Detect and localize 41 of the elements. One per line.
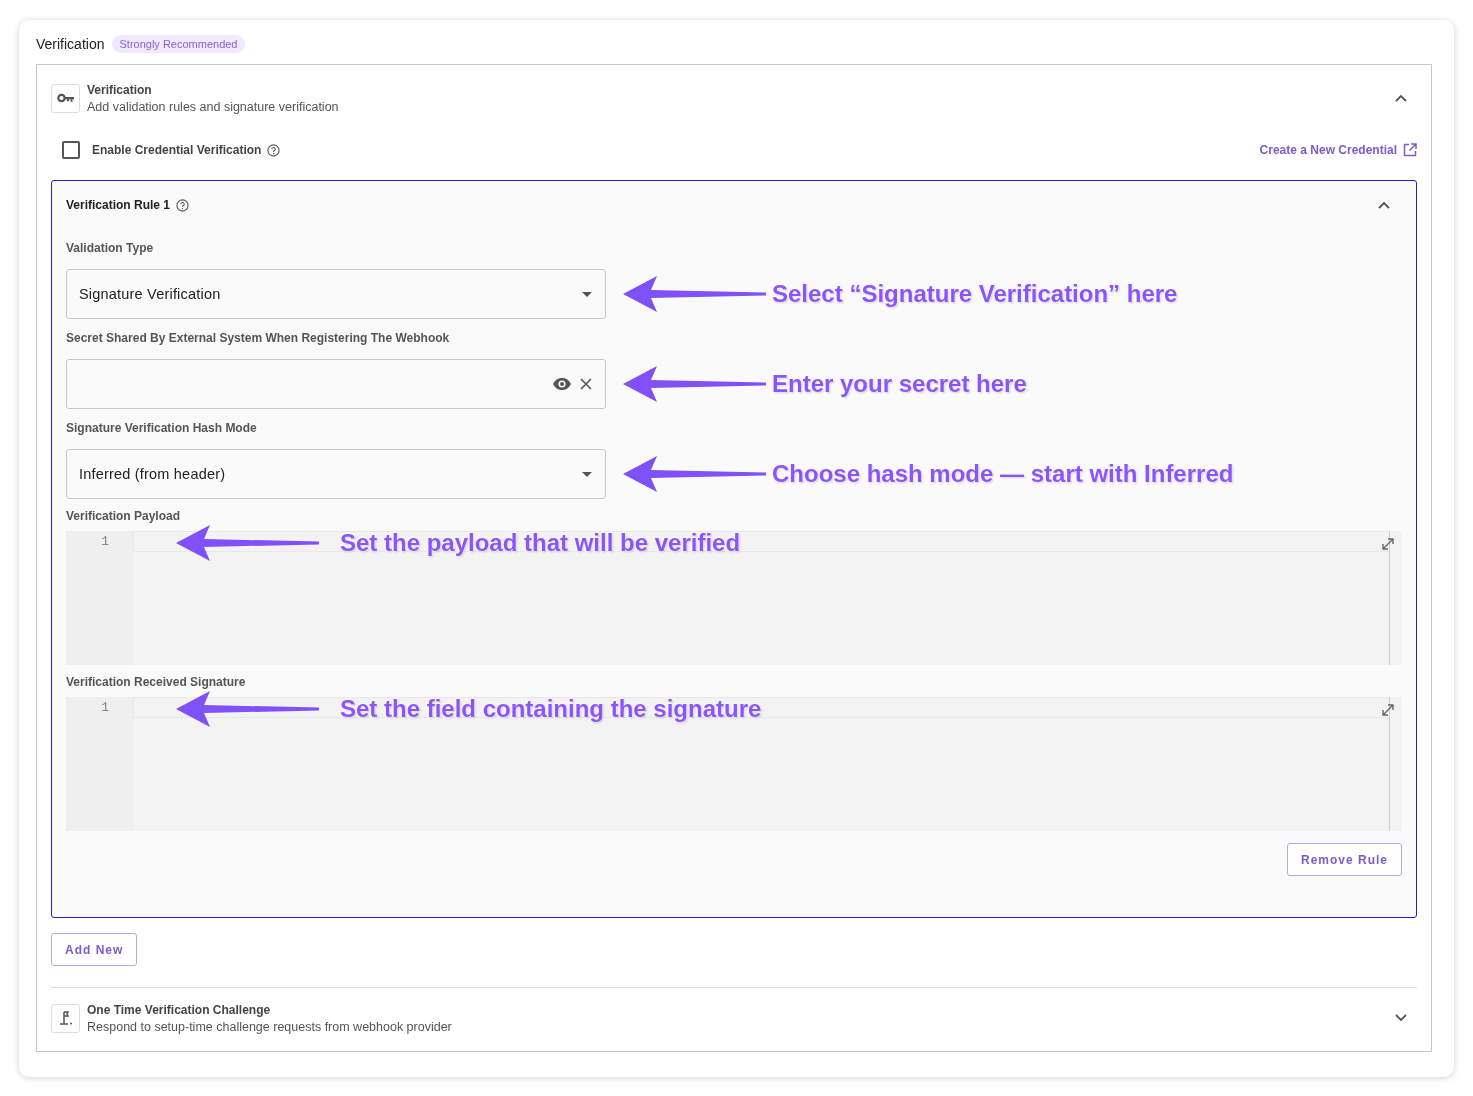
key-icon bbox=[51, 83, 80, 113]
panel-subtitle: Respond to setup-time challenge requests from webhook provider bbox=[87, 1019, 453, 1034]
eye-icon[interactable] bbox=[552, 377, 572, 391]
annotation-text: Choose hash mode — start with Inferred bbox=[772, 460, 1234, 488]
chevron-icon[interactable] bbox=[1378, 201, 1390, 209]
field-label: Verification Payload bbox=[66, 509, 182, 523]
field-label: Verification Received Signature bbox=[66, 675, 247, 689]
section-title: Verification bbox=[36, 36, 105, 52]
annotation-text: Enter your secret here bbox=[772, 370, 1027, 398]
dropdown-caret-icon bbox=[582, 291, 592, 297]
field-label: Signature Verification Hash Mode bbox=[66, 421, 258, 435]
panel-title: One Time Verification Challenge bbox=[87, 1002, 272, 1017]
field-label: Secret Shared By External System When Registering The Webhook bbox=[66, 331, 451, 345]
create-credential-link[interactable]: Create a New Credential bbox=[1259, 143, 1397, 157]
chevron-icon[interactable] bbox=[1395, 1014, 1407, 1022]
checkbox[interactable] bbox=[62, 141, 80, 159]
panel-subtitle: Add validation rules and signature verification bbox=[87, 99, 340, 114]
expand-icon[interactable] bbox=[1381, 703, 1395, 717]
expand-icon[interactable] bbox=[1381, 537, 1395, 551]
rule-title: Verification Rule 1 bbox=[66, 198, 171, 212]
add-new-button[interactable]: Add New bbox=[51, 933, 138, 966]
remove-rule-button[interactable]: Remove Rule bbox=[1286, 843, 1402, 876]
annotation-text: Select “Signature Verification” here bbox=[772, 280, 1178, 308]
annotation-text: Set the field containing the signature bbox=[340, 695, 762, 723]
field-label: Validation Type bbox=[66, 241, 155, 255]
select-field[interactable]: Inferred (from header) bbox=[66, 449, 606, 499]
dropdown-caret-icon bbox=[582, 471, 592, 477]
annotation-text: Set the payload that will be verified bbox=[340, 529, 741, 557]
recommended-badge: Strongly Recommended bbox=[112, 35, 245, 53]
select-field[interactable]: Signature Verification bbox=[66, 269, 606, 319]
external-link-icon[interactable] bbox=[1403, 143, 1417, 157]
help-icon[interactable] bbox=[267, 143, 281, 157]
checkbox-label: Enable Credential Verification bbox=[92, 143, 262, 157]
close-icon[interactable] bbox=[580, 378, 592, 390]
line-number: 1 bbox=[100, 534, 110, 549]
flag-icon bbox=[51, 1003, 80, 1033]
help-icon[interactable] bbox=[176, 198, 190, 212]
secret-input-field[interactable] bbox=[66, 359, 606, 409]
chevron-icon[interactable] bbox=[1395, 94, 1407, 102]
line-number: 1 bbox=[100, 700, 110, 715]
panel-title: Verification bbox=[87, 82, 153, 97]
